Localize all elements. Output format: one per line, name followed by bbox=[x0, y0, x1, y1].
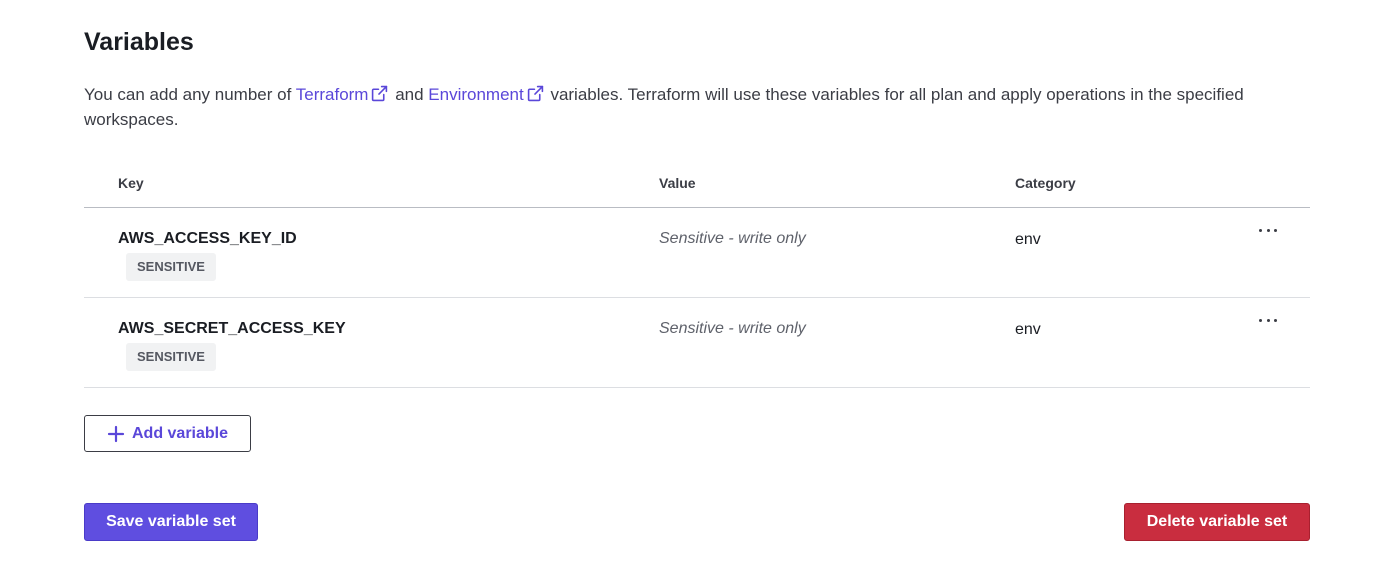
column-header-category: Category bbox=[1015, 175, 1076, 191]
ellipsis-icon[interactable] bbox=[1256, 222, 1280, 238]
add-variable-label: Add variable bbox=[131, 424, 229, 442]
terraform-link-label: Terraform bbox=[295, 85, 369, 104]
save-variable-set-button[interactable]: Save variable set bbox=[84, 503, 258, 541]
column-header-value: Value bbox=[659, 175, 696, 191]
variables-page: Variables You can add any number of Terr… bbox=[0, 0, 1400, 583]
variable-value: Sensitive - write only bbox=[659, 320, 806, 337]
ellipsis-icon[interactable] bbox=[1256, 312, 1280, 328]
sensitive-badge: SENSITIVE bbox=[126, 253, 216, 281]
add-variable-button[interactable]: Add variable bbox=[84, 415, 251, 452]
external-link-icon bbox=[527, 85, 543, 102]
column-header-key: Key bbox=[118, 175, 144, 191]
variables-table: Key Value Category AWS_ACCESS_KEY_ID SEN… bbox=[84, 160, 1310, 388]
page-title: Variables bbox=[84, 28, 194, 56]
environment-link-label: Environment bbox=[428, 85, 524, 104]
plus-icon bbox=[107, 425, 125, 442]
variable-category: env bbox=[1015, 231, 1041, 248]
table-row: AWS_SECRET_ACCESS_KEY SENSITIVE Sensitiv… bbox=[84, 298, 1310, 388]
description: You can add any number of Terraform and … bbox=[84, 82, 1284, 132]
sensitive-badge: SENSITIVE bbox=[126, 343, 216, 371]
external-link-icon bbox=[372, 85, 388, 102]
terraform-link[interactable]: Terraform bbox=[296, 85, 391, 104]
table-row: AWS_ACCESS_KEY_ID SENSITIVE Sensitive - … bbox=[84, 208, 1310, 298]
delete-variable-set-button[interactable]: Delete variable set bbox=[1124, 503, 1310, 541]
variable-key: AWS_ACCESS_KEY_ID bbox=[118, 230, 297, 247]
variable-key: AWS_SECRET_ACCESS_KEY bbox=[118, 320, 346, 337]
description-prefix: You can add any number of bbox=[84, 85, 296, 104]
table-header: Key Value Category bbox=[84, 160, 1310, 208]
variable-value: Sensitive - write only bbox=[659, 230, 806, 247]
variable-category: env bbox=[1015, 321, 1041, 338]
environment-link[interactable]: Environment bbox=[428, 85, 545, 104]
description-middle: and bbox=[390, 85, 429, 104]
